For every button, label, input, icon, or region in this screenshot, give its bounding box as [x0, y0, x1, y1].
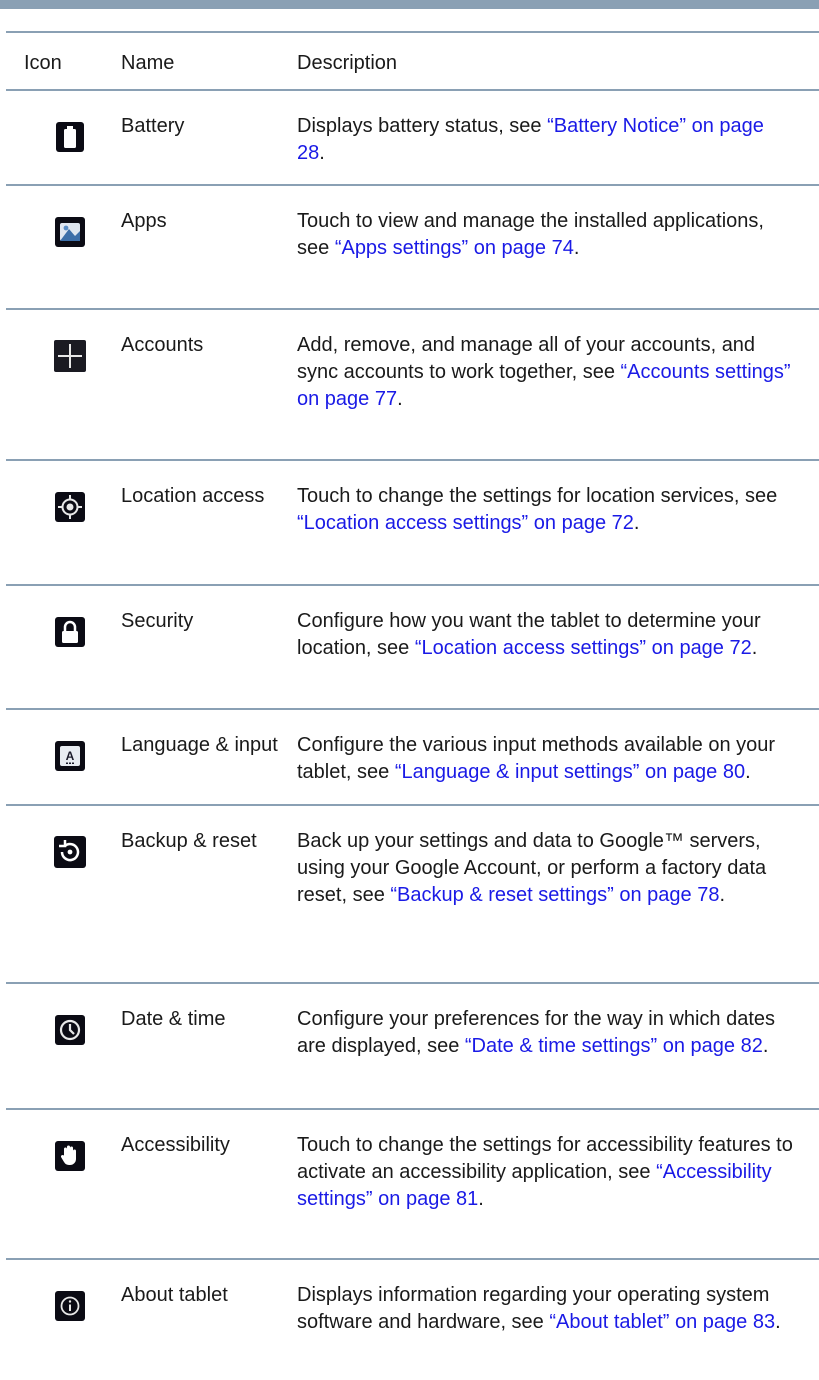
- cross-reference-link[interactable]: “About tablet” on page 83: [549, 1311, 775, 1333]
- row-description: Configure the various input methods avai…: [297, 734, 776, 783]
- top-rule: [0, 0, 819, 9]
- row-description: Configure your preferences for the way i…: [297, 1008, 776, 1057]
- language-icon: A: [54, 740, 86, 772]
- cross-reference-link[interactable]: “Apps settings” on page 74: [335, 237, 574, 259]
- header-icon: Icon: [24, 52, 62, 74]
- row-name: Apps: [121, 210, 167, 232]
- table-row: Accounts Add, remove, and manage all of …: [0, 310, 819, 459]
- row-description: Displays information regarding your oper…: [297, 1284, 781, 1333]
- plus-icon: [54, 340, 86, 372]
- row-description: Touch to change the settings for locatio…: [297, 485, 778, 534]
- cross-reference-link[interactable]: “Language & input settings” on page 80: [395, 761, 745, 783]
- hand-icon: [54, 1140, 86, 1172]
- location-icon: [54, 491, 86, 523]
- row-description: Displays battery status, see “Battery No…: [297, 115, 764, 164]
- table-row: Security Configure how you want the tabl…: [0, 586, 819, 708]
- table-row: A Language & input Configure the various…: [0, 710, 819, 804]
- row-name: Location access: [121, 485, 265, 507]
- row-description: Back up your settings and data to Google…: [297, 830, 767, 906]
- row-name: Accessibility: [121, 1134, 230, 1156]
- row-description: Touch to change the settings for accessi…: [297, 1134, 793, 1210]
- table-row: Apps Touch to view and manage the instal…: [0, 186, 819, 308]
- cross-reference-link[interactable]: “Backup & reset settings” on page 78: [390, 884, 719, 906]
- row-name: About tablet: [121, 1284, 228, 1306]
- row-description: Touch to view and manage the installed a…: [297, 210, 764, 259]
- cross-reference-link[interactable]: “Location access settings” on page 72: [415, 637, 752, 659]
- row-name: Language & input: [121, 734, 278, 756]
- table-header-row: Icon Name Description: [0, 33, 819, 89]
- table-row: About tablet Displays information regard…: [0, 1260, 819, 1380]
- row-name: Date & time: [121, 1008, 226, 1030]
- row-name: Backup & reset: [121, 830, 257, 852]
- backup-icon: [54, 836, 86, 868]
- table-row: Date & time Configure your preferences f…: [0, 984, 819, 1108]
- settings-icon-table: Icon Name Description Battery Displays b…: [0, 31, 819, 1380]
- row-description: Configure how you want the tablet to det…: [297, 610, 761, 659]
- lock-icon: [54, 616, 86, 648]
- battery-icon: [54, 121, 86, 153]
- svg-text:A: A: [66, 749, 75, 763]
- clock-icon: [54, 1014, 86, 1046]
- row-name: Battery: [121, 115, 185, 137]
- cross-reference-link[interactable]: “Date & time settings” on page 82: [465, 1035, 763, 1057]
- row-name: Accounts: [121, 334, 204, 356]
- table-row: Location access Touch to change the sett…: [0, 461, 819, 584]
- table-row: Backup & reset Back up your settings and…: [0, 806, 819, 982]
- apps-icon: [54, 216, 86, 248]
- table-row: Battery Displays battery status, see “Ba…: [0, 91, 819, 184]
- cross-reference-link[interactable]: “Location access settings” on page 72: [297, 512, 634, 534]
- header-name: Name: [121, 52, 175, 74]
- info-icon: [54, 1290, 86, 1322]
- header-description: Description: [297, 52, 398, 74]
- table-row: Accessibility Touch to change the settin…: [0, 1110, 819, 1258]
- row-name: Security: [121, 610, 194, 632]
- row-description: Add, remove, and manage all of your acco…: [297, 334, 791, 410]
